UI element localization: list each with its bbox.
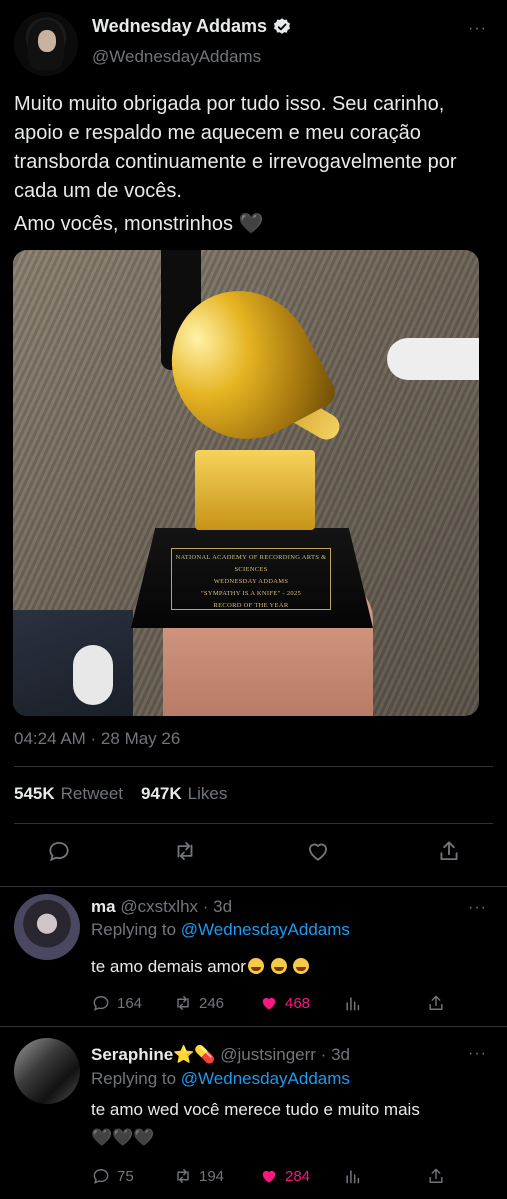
- crying-emoji-icon: [270, 958, 287, 974]
- reply-icon: [93, 996, 109, 1011]
- reply-text: te amo demais amor: [91, 955, 310, 979]
- divider: [14, 823, 493, 824]
- trophy-box: [195, 450, 315, 530]
- reply-name[interactable]: ma: [91, 897, 116, 916]
- retweet-icon: [177, 996, 189, 1010]
- like-count: 468: [285, 994, 311, 1012]
- reply-header: Seraphine⭐💊 @justsingerr · 3d: [91, 1045, 350, 1065]
- divider: [14, 766, 493, 767]
- reply-retweet-action[interactable]: 246: [173, 993, 224, 1013]
- reply-count: 75: [117, 1167, 134, 1185]
- more-options-icon[interactable]: ···: [468, 20, 487, 38]
- reply-analytics-action[interactable]: [343, 1166, 363, 1186]
- reply-actions: 75 194 284: [91, 1166, 491, 1190]
- avatar-face: [38, 30, 56, 52]
- retweet-count: 246: [199, 994, 225, 1012]
- replying-prefix: Replying to: [91, 1069, 177, 1088]
- author-handle[interactable]: @WednesdayAddams: [92, 47, 261, 67]
- crying-emoji-icon: [247, 958, 264, 974]
- author-name-row: Wednesday Addams: [92, 16, 292, 37]
- divider: [0, 886, 507, 887]
- plaque-line: WEDNESDAY ADDAMS: [213, 578, 289, 585]
- liked-heart-icon: [262, 1170, 276, 1183]
- more-options-icon[interactable]: ···: [468, 899, 487, 917]
- reply-handle[interactable]: @cxstxlhx: [120, 897, 198, 916]
- crying-emoji-icon: [293, 958, 310, 974]
- reply-header: ma @cxstxlhx · 3d: [91, 897, 232, 917]
- plaque-line: "SYMPATHY IS A KNIFE" - 2025: [200, 590, 302, 597]
- retweet-icon: [177, 1169, 189, 1183]
- likes-count: 947K: [141, 784, 182, 803]
- more-options-icon[interactable]: ···: [468, 1045, 487, 1063]
- replying-prefix: Replying to: [91, 920, 177, 939]
- reply-retweet-action[interactable]: 194: [173, 1166, 224, 1186]
- reply-text-hearts: 🖤🖤🖤: [91, 1128, 155, 1147]
- reply-avatar[interactable]: [14, 1038, 80, 1104]
- reply-handle[interactable]: @justsingerr: [220, 1045, 316, 1064]
- replying-to: Replying to @WednesdayAddams: [91, 920, 350, 940]
- tweet-photo[interactable]: NATIONAL ACADEMY OF RECORDING ARTS & SCI…: [13, 250, 479, 716]
- author-avatar[interactable]: [14, 12, 78, 76]
- reply-share-action[interactable]: [426, 1166, 446, 1186]
- trophy-plaque: NATIONAL ACADEMY OF RECORDING ARTS & SCI…: [171, 548, 331, 610]
- reply-age: · 3d: [320, 1045, 350, 1064]
- retweet-label: Retweet: [60, 784, 124, 803]
- plaque-line: NATIONAL ACADEMY OF RECORDING ARTS & SCI…: [175, 554, 327, 573]
- divider: [0, 1026, 507, 1027]
- tweet-text-second: Amo vocês, monstrinhos 🖤: [14, 213, 264, 235]
- tweet-stats: 545K Retweet 947K Likes: [14, 784, 227, 804]
- tweet-text-body: Muito muito obrigada por tudo isso. Seu …: [14, 93, 457, 202]
- like-count: 284: [285, 1167, 311, 1185]
- tweet-timestamp[interactable]: 04:24 AM · 28 May 26: [14, 729, 180, 749]
- reply-analytics-action[interactable]: [343, 993, 363, 1013]
- reply-count: 164: [117, 994, 143, 1012]
- retweet-count: 545K: [14, 784, 55, 803]
- retweet-icon[interactable]: [172, 838, 198, 864]
- retweet-stat[interactable]: 545K Retweet: [14, 784, 123, 804]
- share-icon: [429, 995, 443, 1010]
- tweet-actions: [0, 838, 507, 874]
- reply-reply-action[interactable]: 164: [91, 993, 142, 1013]
- reply-text: te amo wed você merece tudo e muito mais…: [91, 1098, 420, 1150]
- reply-share-action[interactable]: [426, 993, 446, 1013]
- photo-sock: [73, 645, 113, 705]
- author-name[interactable]: Wednesday Addams: [92, 16, 267, 37]
- plaque-line: RECORD OF THE YEAR: [213, 602, 289, 609]
- analytics-icon: [346, 997, 360, 1011]
- replying-to-handle[interactable]: @WednesdayAddams: [181, 1069, 350, 1088]
- reply-avatar[interactable]: [14, 894, 80, 960]
- reply-like-action[interactable]: 284: [259, 1166, 310, 1186]
- photo-sock: [387, 338, 479, 380]
- share-icon[interactable]: [436, 838, 462, 864]
- likes-label: Likes: [187, 784, 228, 803]
- reply-icon[interactable]: [46, 838, 72, 864]
- reply-text-body: te amo wed você merece tudo e muito mais: [91, 1100, 420, 1119]
- replying-to-handle[interactable]: @WednesdayAddams: [181, 920, 350, 939]
- reply-name[interactable]: Seraphine⭐💊: [91, 1045, 216, 1064]
- replying-to: Replying to @WednesdayAddams: [91, 1069, 350, 1089]
- reply-like-action[interactable]: 468: [259, 993, 310, 1013]
- verified-badge-icon: [274, 17, 291, 34]
- reply-reply-action[interactable]: 75: [91, 1166, 134, 1186]
- reply-age: · 3d: [202, 897, 233, 916]
- like-icon[interactable]: [305, 838, 331, 864]
- share-icon: [429, 1168, 443, 1183]
- tweet-text: Muito muito obrigada por tudo isso. Seu …: [14, 90, 494, 239]
- reply-actions: 164 246 468: [91, 993, 491, 1017]
- likes-stat[interactable]: 947K Likes: [141, 784, 227, 804]
- analytics-icon: [346, 1170, 360, 1184]
- retweet-count: 194: [199, 1167, 225, 1185]
- reply-icon: [93, 1169, 109, 1184]
- liked-heart-icon: [262, 997, 276, 1010]
- reply-text-body: te amo demais amor: [91, 957, 246, 976]
